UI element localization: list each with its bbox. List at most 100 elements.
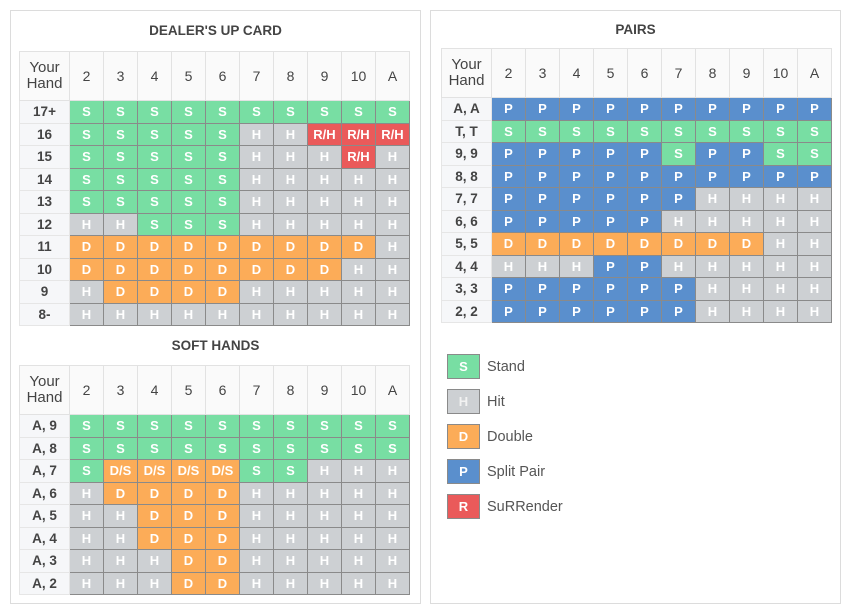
strategy-cell: S [171, 100, 206, 124]
dealer-card-header: 10 [341, 365, 376, 415]
strategy-cell: S [205, 122, 240, 146]
strategy-cell: D [69, 257, 104, 281]
strategy-cell: H [239, 549, 274, 573]
hand-label: 5, 5 [441, 232, 492, 256]
strategy-cell: P [525, 142, 560, 166]
dealer-card-header: 6 [205, 365, 240, 415]
strategy-cell: H [239, 302, 274, 326]
strategy-cell: H [137, 571, 172, 595]
strategy-cell: P [525, 187, 560, 211]
strategy-cell: S [171, 122, 206, 146]
strategy-cell: D [171, 280, 206, 304]
strategy-cell: S [661, 119, 696, 143]
strategy-cell: H [375, 145, 410, 169]
legend-swatch: S [447, 354, 480, 379]
strategy-cell: P [797, 97, 832, 121]
your-hand-header: Your Hand [19, 365, 70, 415]
strategy-cell: P [695, 142, 730, 166]
strategy-cell: S [103, 100, 138, 124]
strategy-cell: H [239, 212, 274, 236]
strategy-cell: D [103, 235, 138, 259]
strategy-cell: H [69, 571, 104, 595]
strategy-cell: D/S [137, 459, 172, 483]
strategy-cell: P [627, 299, 662, 323]
strategy-cell: D [205, 257, 240, 281]
strategy-cell: P [593, 97, 628, 121]
hand-label: 4, 4 [441, 254, 492, 278]
dealer-card-header: 3 [103, 365, 138, 415]
strategy-cell: D [341, 235, 376, 259]
dealer-card-header: 6 [205, 51, 240, 101]
legend-item: H Hit [447, 384, 563, 419]
strategy-cell: D [627, 232, 662, 256]
strategy-cell: H [375, 459, 410, 483]
strategy-cell: S [171, 167, 206, 191]
legend-label: Double [487, 428, 533, 445]
strategy-cell: H [273, 302, 308, 326]
strategy-cell: H [341, 526, 376, 550]
dealer-card-header: 8 [273, 51, 308, 101]
hand-label: A, 7 [19, 459, 70, 483]
strategy-cell: D [273, 257, 308, 281]
strategy-cell: H [763, 209, 798, 233]
strategy-cell: H [341, 549, 376, 573]
strategy-cell: D [205, 526, 240, 550]
strategy-cell: D [273, 235, 308, 259]
strategy-cell: H [69, 526, 104, 550]
strategy-cell: P [763, 164, 798, 188]
strategy-cell: H [797, 277, 832, 301]
strategy-cell: S [103, 414, 138, 438]
dealer-card-header: 10 [341, 51, 376, 101]
strategy-cell: S [137, 414, 172, 438]
strategy-cell: D [559, 232, 594, 256]
strategy-cell: H [763, 232, 798, 256]
table-row: 5, 5DDDDDDDDHH [441, 232, 832, 256]
strategy-cell: P [627, 142, 662, 166]
strategy-cell: H [307, 504, 342, 528]
strategy-cell: P [559, 299, 594, 323]
strategy-cell: P [627, 254, 662, 278]
strategy-cell: S [273, 100, 308, 124]
strategy-cell: H [307, 459, 342, 483]
strategy-cell: H [341, 190, 376, 214]
dealer-card-header: 7 [239, 51, 274, 101]
header-line: Hand [26, 75, 63, 92]
dealer-card-header: A [375, 51, 410, 101]
strategy-cell: H [69, 504, 104, 528]
header-line: Your [451, 56, 482, 73]
legend-swatch: P [447, 459, 480, 484]
hard-hands-title: DEALER'S UP CARD [149, 23, 282, 38]
strategy-cell: H [273, 122, 308, 146]
strategy-cell: D [103, 280, 138, 304]
strategy-cell: H [103, 571, 138, 595]
hand-label: 17+ [19, 100, 70, 124]
dealer-card-header: 2 [491, 48, 526, 98]
strategy-cell: S [763, 142, 798, 166]
strategy-cell: H [307, 280, 342, 304]
table-row: A, 8SSSSSSSSSS [19, 436, 410, 460]
strategy-cell: H [137, 302, 172, 326]
strategy-cell: H [239, 280, 274, 304]
strategy-cell: H [341, 504, 376, 528]
strategy-cell: H [273, 145, 308, 169]
strategy-cell: H [239, 190, 274, 214]
strategy-cell: P [729, 164, 764, 188]
strategy-cell: S [69, 167, 104, 191]
dealer-card-header: 4 [137, 365, 172, 415]
hand-label: A, 8 [19, 436, 70, 460]
strategy-cell: H [307, 302, 342, 326]
strategy-cell: H [661, 254, 696, 278]
hand-label: A, 3 [19, 549, 70, 573]
strategy-cell: H [341, 257, 376, 281]
strategy-cell: H [729, 187, 764, 211]
strategy-cell: S [559, 119, 594, 143]
strategy-cell: R/H [341, 122, 376, 146]
strategy-cell: H [763, 299, 798, 323]
table-row: A, 7 S D/S D/S D/S D/S S S H H H [19, 459, 410, 483]
header-line: Hand [26, 389, 63, 406]
strategy-cell: H [341, 280, 376, 304]
hand-label: 8- [19, 302, 70, 326]
strategy-cell: P [525, 97, 560, 121]
strategy-cell: D [205, 504, 240, 528]
strategy-cell: S [661, 142, 696, 166]
